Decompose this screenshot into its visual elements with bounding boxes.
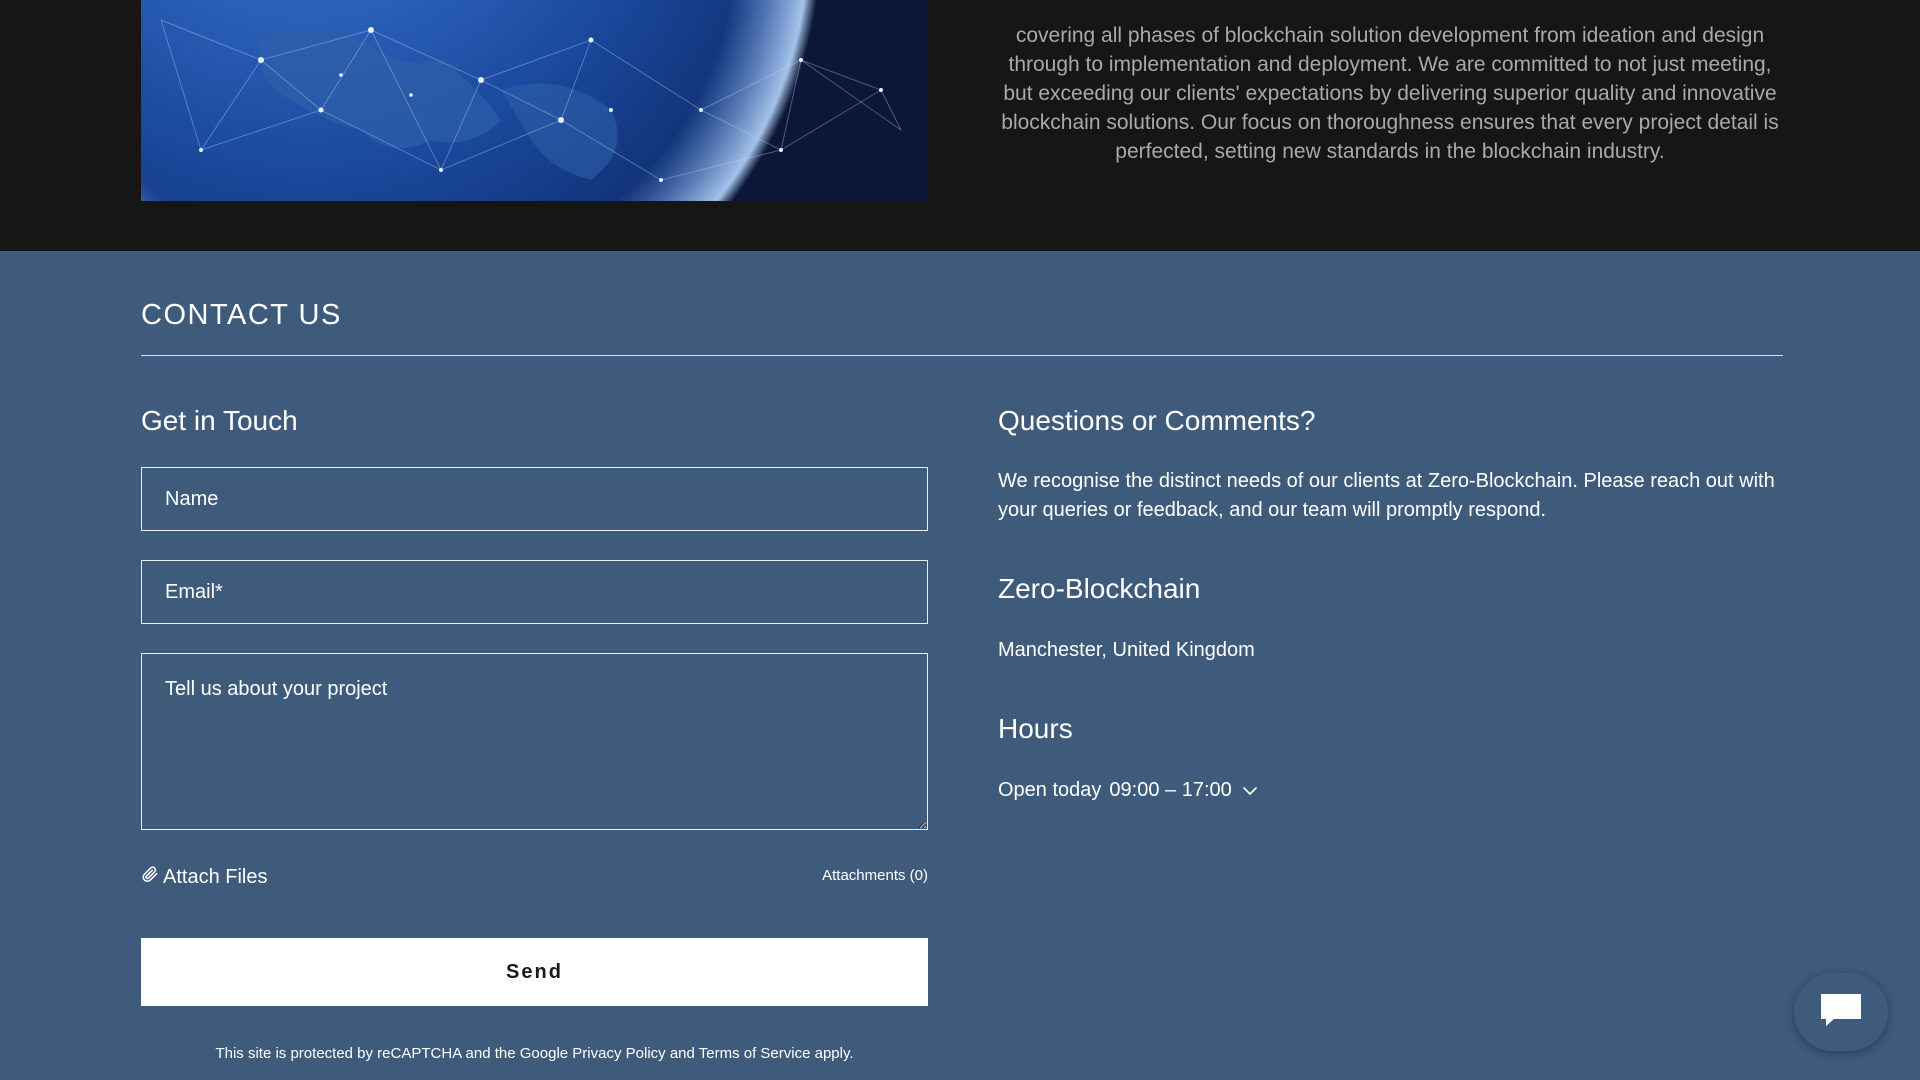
chat-button[interactable] — [1794, 973, 1888, 1051]
chevron-down-icon — [1242, 779, 1258, 802]
earth-network-image — [141, 0, 928, 201]
hours-heading: Hours — [998, 713, 1073, 744]
company-location: Manchester, United Kingdom — [998, 639, 1255, 661]
attachments-count: Attachments (0) — [822, 867, 928, 884]
attachments-row: Attach Files Attachments (0) — [141, 865, 928, 895]
section-divider — [141, 355, 1783, 356]
open-hours: 09:00 – 17:00 — [1109, 779, 1232, 801]
attach-files-label: Attach Files — [163, 865, 268, 888]
send-button[interactable]: Send — [141, 938, 928, 1006]
name-field[interactable] — [141, 467, 928, 531]
form-heading: Get in Touch — [141, 405, 298, 436]
section-title: CONTACT US — [141, 299, 342, 331]
recaptcha-suffix: apply. — [810, 1045, 854, 1062]
message-field[interactable] — [141, 653, 928, 830]
open-today-label: Open today — [998, 779, 1102, 801]
recaptcha-and: and — [665, 1045, 699, 1062]
chat-bubble-icon — [1818, 991, 1864, 1034]
questions-body: We recognise the distinct needs of our c… — [998, 470, 1775, 521]
recaptcha-notice: This site is protected by reCAPTCHA and … — [141, 1045, 928, 1062]
email-field[interactable] — [141, 560, 928, 624]
about-section: covering all phases of blockchain soluti… — [0, 0, 1920, 251]
about-paragraph: covering all phases of blockchain soluti… — [1001, 24, 1779, 163]
privacy-policy-link[interactable]: Privacy Policy — [572, 1045, 665, 1062]
hours-toggle[interactable]: Open today 09:00 – 17:00 — [998, 779, 1258, 802]
terms-of-service-link[interactable]: Terms of Service — [699, 1045, 811, 1062]
paperclip-icon — [141, 865, 163, 889]
attach-files-button[interactable]: Attach Files — [141, 865, 267, 889]
questions-heading: Questions or Comments? — [998, 405, 1316, 436]
company-name: Zero-Blockchain — [998, 573, 1201, 604]
contact-section: CONTACT US Get in Touch Attach Files Att… — [0, 251, 1920, 1080]
recaptcha-prefix: This site is protected by reCAPTCHA and … — [215, 1045, 573, 1062]
